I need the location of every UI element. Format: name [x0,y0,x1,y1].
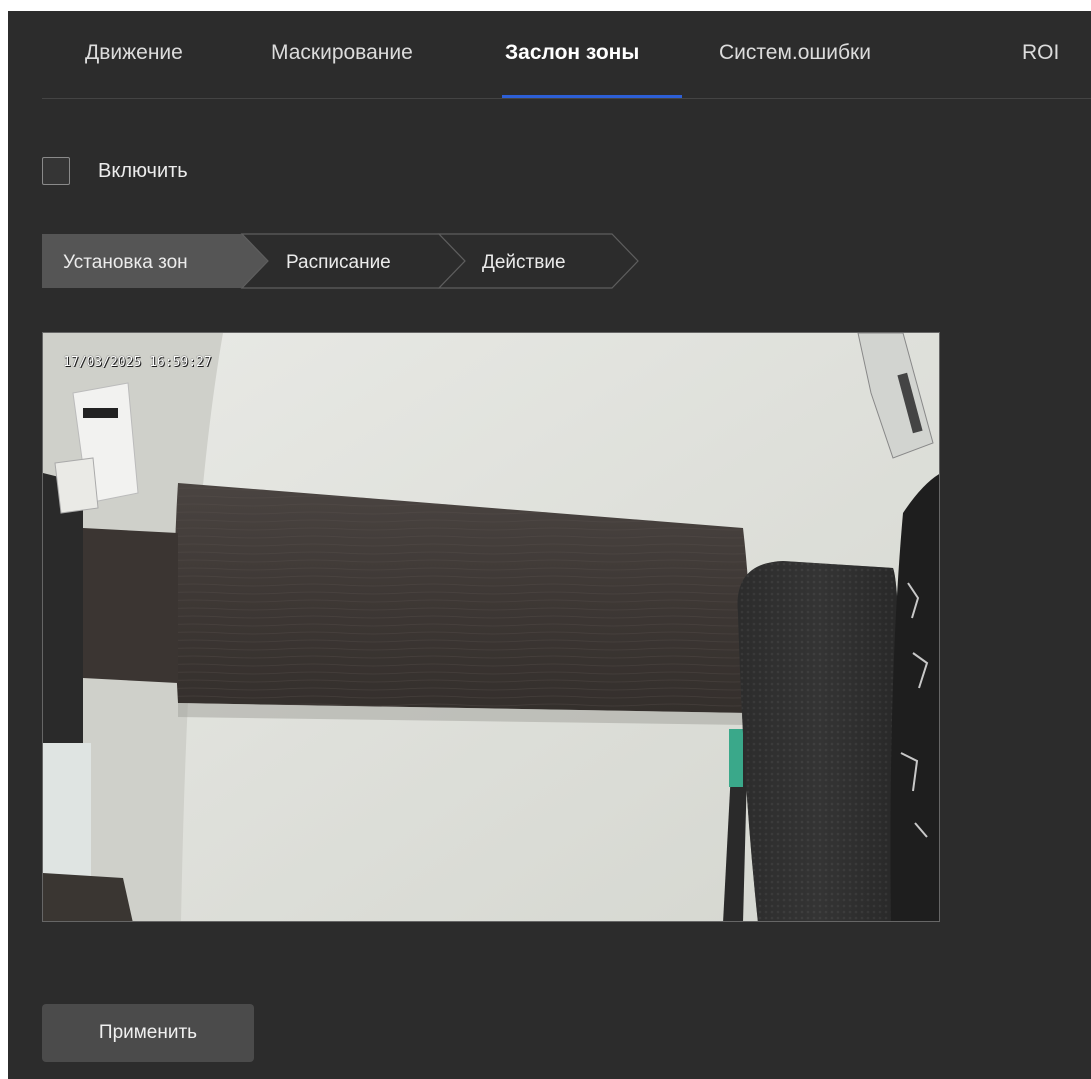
step-zone-setup-label: Установка зон [63,252,188,273]
tab-roi[interactable]: ROI [1022,41,1059,65]
camera-image [43,333,939,921]
tab-motion[interactable]: Движение [85,41,183,65]
step-action[interactable]: Действие [437,233,639,289]
window-left-edge [0,11,8,1079]
enable-checkbox[interactable] [42,157,70,185]
tab-masking[interactable]: Маскирование [271,41,413,65]
active-tab-indicator [502,95,682,98]
step-action-label: Действие [482,252,566,273]
enable-row[interactable]: Включить [42,155,188,187]
apply-button[interactable]: Применить [42,1004,254,1062]
tab-system-errors[interactable]: Систем.ошибки [719,41,871,65]
enable-label: Включить [98,159,188,182]
tab-bar: Движение Маскирование Заслон зоны Систем… [42,11,1091,99]
step-schedule[interactable]: Расписание [240,233,466,289]
camera-preview[interactable]: 17/03/2025 16:59:27 [42,332,940,922]
page: Движение Маскирование Заслон зоны Систем… [0,0,1091,1079]
tab-tamper-zone[interactable]: Заслон зоны [505,41,639,65]
camera-timestamp: 17/03/2025 16:59:27 [63,355,212,370]
window-top-edge [0,0,1091,11]
step-zone-setup[interactable]: Установка зон [42,234,268,288]
step-schedule-label: Расписание [286,252,391,273]
step-tabs: Установка зон Расписание Действие [42,233,642,289]
